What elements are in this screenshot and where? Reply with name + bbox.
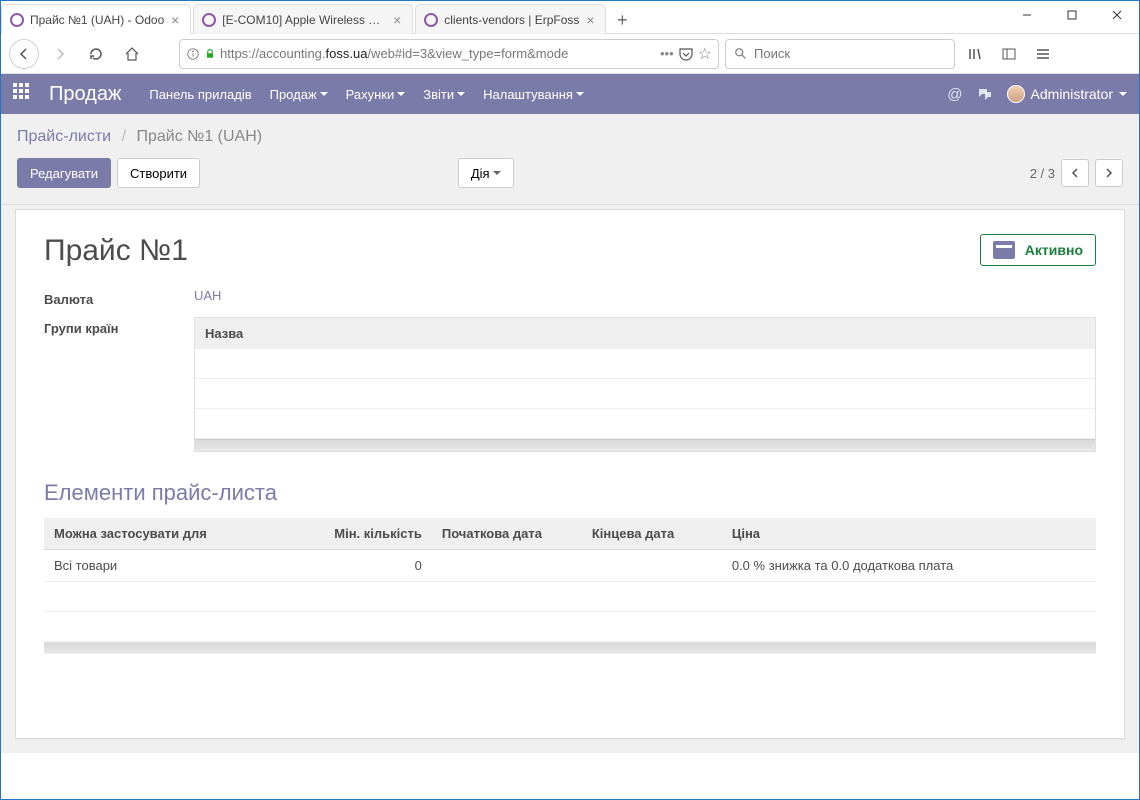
tab-title: Прайс №1 (UAH) - Odoo: [30, 13, 164, 27]
pager-text: 2 / 3: [1030, 166, 1055, 181]
page-title: Прайс №1: [44, 234, 188, 268]
list-item[interactable]: [195, 379, 1095, 409]
pricelist-items-table: Можна застосувати для Мін. кількість Поч…: [44, 518, 1096, 654]
maximize-button[interactable]: [1049, 1, 1094, 29]
chevron-down-icon: [320, 92, 328, 96]
pocket-icon[interactable]: [678, 46, 694, 62]
bookmark-icon[interactable]: ☆: [698, 44, 712, 64]
table-row[interactable]: [44, 582, 1096, 612]
menu-icon[interactable]: [1029, 40, 1057, 68]
search-field[interactable]: [725, 39, 955, 69]
menu-reports[interactable]: Звіти: [423, 87, 465, 102]
library-icon[interactable]: [961, 40, 989, 68]
breadcrumb-root[interactable]: Прайс-листи: [17, 128, 111, 145]
currency-value[interactable]: UAH: [194, 288, 221, 303]
lock-icon: [204, 48, 216, 60]
col-price[interactable]: Ціна: [722, 518, 1096, 550]
list-footer: [195, 439, 1095, 451]
col-min-qty[interactable]: Мін. кількість: [312, 518, 432, 550]
chevron-down-icon: [397, 92, 405, 96]
favicon-icon: [424, 13, 438, 27]
create-button[interactable]: Створити: [117, 158, 200, 188]
breadcrumb-current: Прайс №1 (UAH): [136, 128, 262, 145]
new-tab-button[interactable]: +: [608, 6, 636, 34]
favicon-icon: [202, 13, 216, 27]
url-field[interactable]: https://accounting.foss.ua/web#id=3&view…: [179, 39, 719, 69]
field-label-country-groups: Групи країн: [44, 317, 194, 336]
user-menu[interactable]: Administrator: [1007, 85, 1127, 103]
status-badge[interactable]: Активно: [980, 234, 1096, 266]
avatar: [1007, 85, 1025, 103]
forward-button[interactable]: [45, 39, 75, 69]
table-footer: [44, 642, 1096, 654]
reload-button[interactable]: [81, 39, 111, 69]
browser-tab-1[interactable]: Прайс №1 (UAH) - Odoo ×: [1, 4, 191, 34]
close-window-button[interactable]: [1094, 1, 1139, 29]
form-sheet: Прайс №1 Активно Валюта UAH Групи країн …: [15, 209, 1125, 739]
pager-prev-button[interactable]: [1061, 159, 1089, 187]
chevron-down-icon: [1119, 92, 1127, 96]
col-date-end[interactable]: Кінцева дата: [582, 518, 722, 550]
search-input[interactable]: [754, 46, 946, 61]
edit-button[interactable]: Редагувати: [17, 158, 111, 188]
table-row[interactable]: [44, 612, 1096, 642]
tab-title: clients-vendors | ErpFoss: [444, 13, 579, 27]
user-name: Administrator: [1031, 86, 1113, 102]
back-button[interactable]: [9, 39, 39, 69]
menu-dashboard[interactable]: Панель приладів: [149, 87, 251, 102]
archive-icon: [993, 241, 1015, 259]
list-item[interactable]: [195, 349, 1095, 379]
col-date-start[interactable]: Початкова дата: [432, 518, 582, 550]
browser-tab-2[interactable]: [E-COM10] Apple Wireless Key ×: [193, 4, 413, 34]
home-button[interactable]: [117, 39, 147, 69]
more-icon[interactable]: •••: [660, 46, 674, 61]
pager: 2 / 3: [1030, 159, 1123, 187]
chat-icon[interactable]: [977, 86, 993, 102]
menu-settings[interactable]: Налаштування: [483, 87, 584, 102]
pager-next-button[interactable]: [1095, 159, 1123, 187]
app-title: Продаж: [49, 83, 121, 106]
table-row[interactable]: Всі товари 0 0.0 % знижка та 0.0 додатко…: [44, 550, 1096, 582]
chevron-down-icon: [457, 92, 465, 96]
apps-icon[interactable]: [13, 83, 35, 105]
info-icon: [186, 47, 200, 61]
browser-titlebar: Прайс №1 (UAH) - Odoo × [E-COM10] Apple …: [1, 1, 1139, 34]
app-header: Продаж Панель приладів Продаж Рахунки Зв…: [1, 74, 1139, 114]
country-groups-header: Назва: [195, 318, 1095, 349]
menu-sales[interactable]: Продаж: [270, 87, 328, 102]
section-title-items: Елементи прайс-листа: [44, 480, 1096, 506]
sidebar-icon[interactable]: [995, 40, 1023, 68]
favicon-icon: [10, 13, 24, 27]
field-label-currency: Валюта: [44, 288, 194, 307]
browser-tab-3[interactable]: clients-vendors | ErpFoss ×: [415, 4, 606, 34]
tab-title: [E-COM10] Apple Wireless Key: [222, 13, 386, 27]
list-item[interactable]: [195, 409, 1095, 439]
close-icon[interactable]: ×: [390, 13, 404, 27]
action-dropdown[interactable]: Дія: [458, 158, 514, 188]
country-groups-list: Назва: [194, 317, 1096, 452]
close-icon[interactable]: ×: [168, 13, 182, 27]
col-applied-on[interactable]: Можна застосувати для: [44, 518, 312, 550]
url-text: https://accounting.foss.ua/web#id=3&view…: [220, 46, 656, 61]
control-bar: Прайс-листи / Прайс №1 (UAH) Редагувати …: [1, 114, 1139, 205]
minimize-button[interactable]: [1004, 1, 1049, 29]
mention-icon[interactable]: @: [947, 86, 962, 103]
chevron-down-icon: [493, 171, 501, 175]
breadcrumb: Прайс-листи / Прайс №1 (UAH): [17, 114, 1123, 158]
chevron-down-icon: [576, 92, 584, 96]
menu-invoices[interactable]: Рахунки: [346, 87, 406, 102]
search-icon: [734, 47, 748, 61]
close-icon[interactable]: ×: [583, 13, 597, 27]
address-bar: https://accounting.foss.ua/web#id=3&view…: [1, 34, 1139, 74]
status-text: Активно: [1025, 242, 1083, 258]
